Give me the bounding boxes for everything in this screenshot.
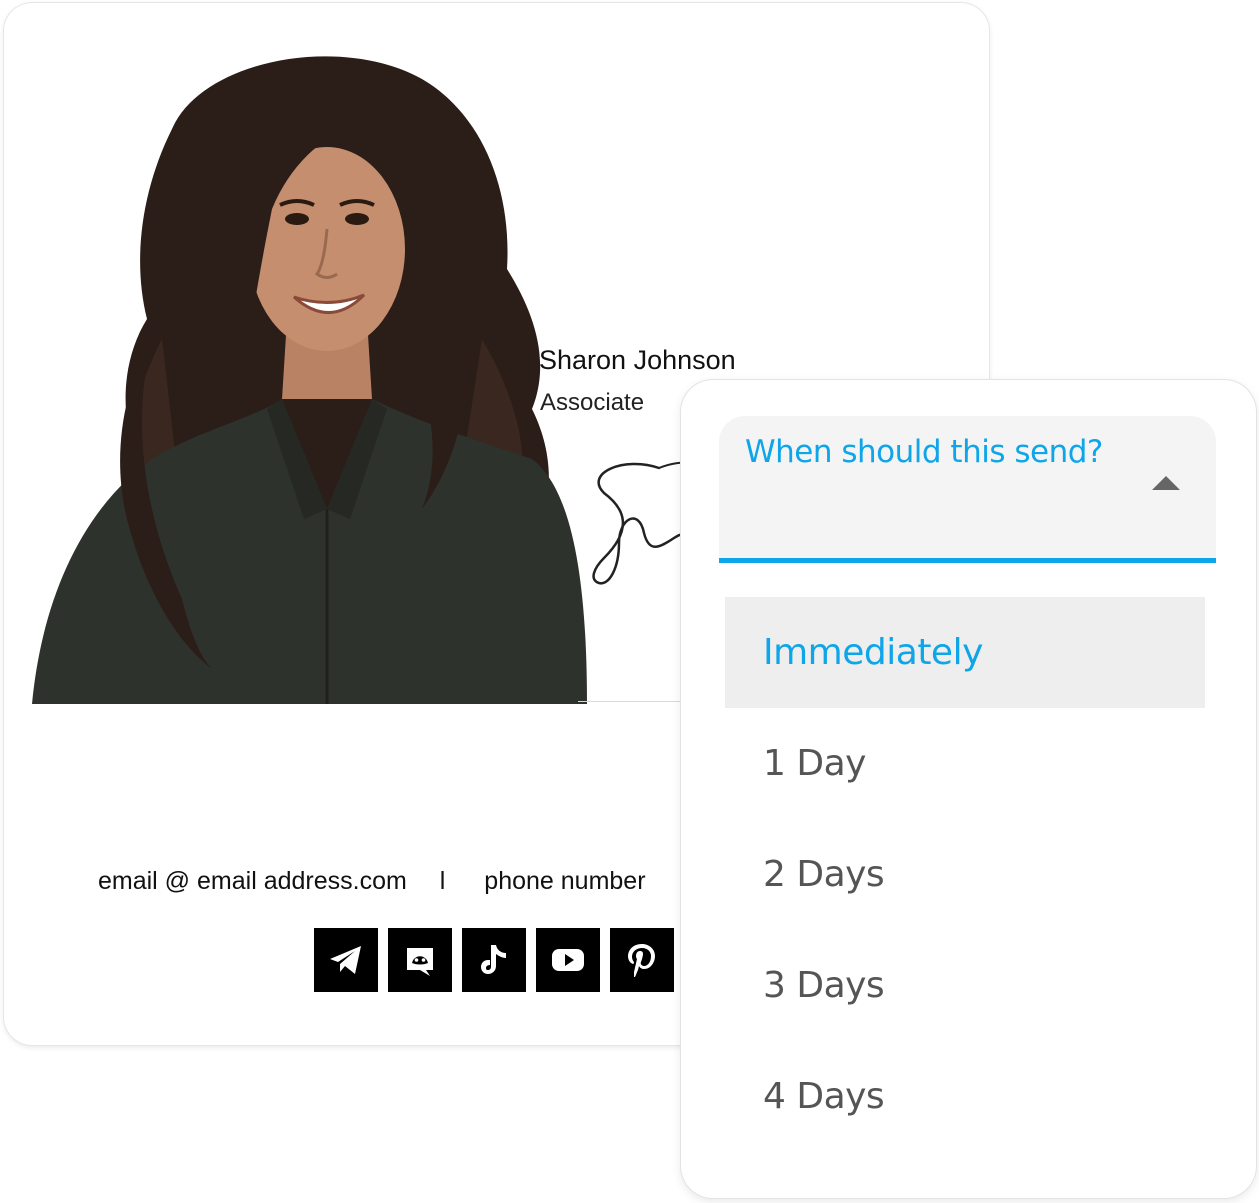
contact-phone[interactable]: phone number xyxy=(484,867,645,895)
tiktok-icon xyxy=(481,945,506,974)
youtube-icon xyxy=(552,949,584,971)
select-label: When should this send? xyxy=(745,434,1103,470)
option-3-days[interactable]: 3 Days xyxy=(725,930,1205,1041)
option-immediately[interactable]: Immediately xyxy=(725,597,1205,708)
options-list: Immediately 1 Day 2 Days 3 Days 4 Days xyxy=(725,597,1205,1152)
send-timing-dropdown: When should this send? Immediately 1 Day… xyxy=(681,380,1256,1198)
signature-title: Associate xyxy=(540,389,645,416)
signature-name: Sharon Johnson xyxy=(539,345,736,375)
profile-photo xyxy=(12,39,592,704)
caret-up-icon[interactable] xyxy=(1152,476,1180,490)
discord-link[interactable] xyxy=(388,928,452,992)
telegram-icon xyxy=(330,946,361,974)
tiktok-link[interactable] xyxy=(462,928,526,992)
pinterest-link[interactable] xyxy=(610,928,674,992)
social-links xyxy=(314,928,674,992)
option-4-days[interactable]: 4 Days xyxy=(725,1041,1205,1152)
send-timing-select[interactable]: When should this send? xyxy=(719,416,1216,563)
discord-icon xyxy=(407,948,433,976)
option-1-day[interactable]: 1 Day xyxy=(725,708,1205,819)
contact-separator: l xyxy=(439,867,446,895)
contact-email[interactable]: email @ email address.com xyxy=(98,867,407,895)
pinterest-icon xyxy=(628,944,655,977)
youtube-link[interactable] xyxy=(536,928,600,992)
telegram-link[interactable] xyxy=(314,928,378,992)
option-2-days[interactable]: 2 Days xyxy=(725,819,1205,930)
contact-line: email @ email address.com l phone number xyxy=(98,867,646,896)
